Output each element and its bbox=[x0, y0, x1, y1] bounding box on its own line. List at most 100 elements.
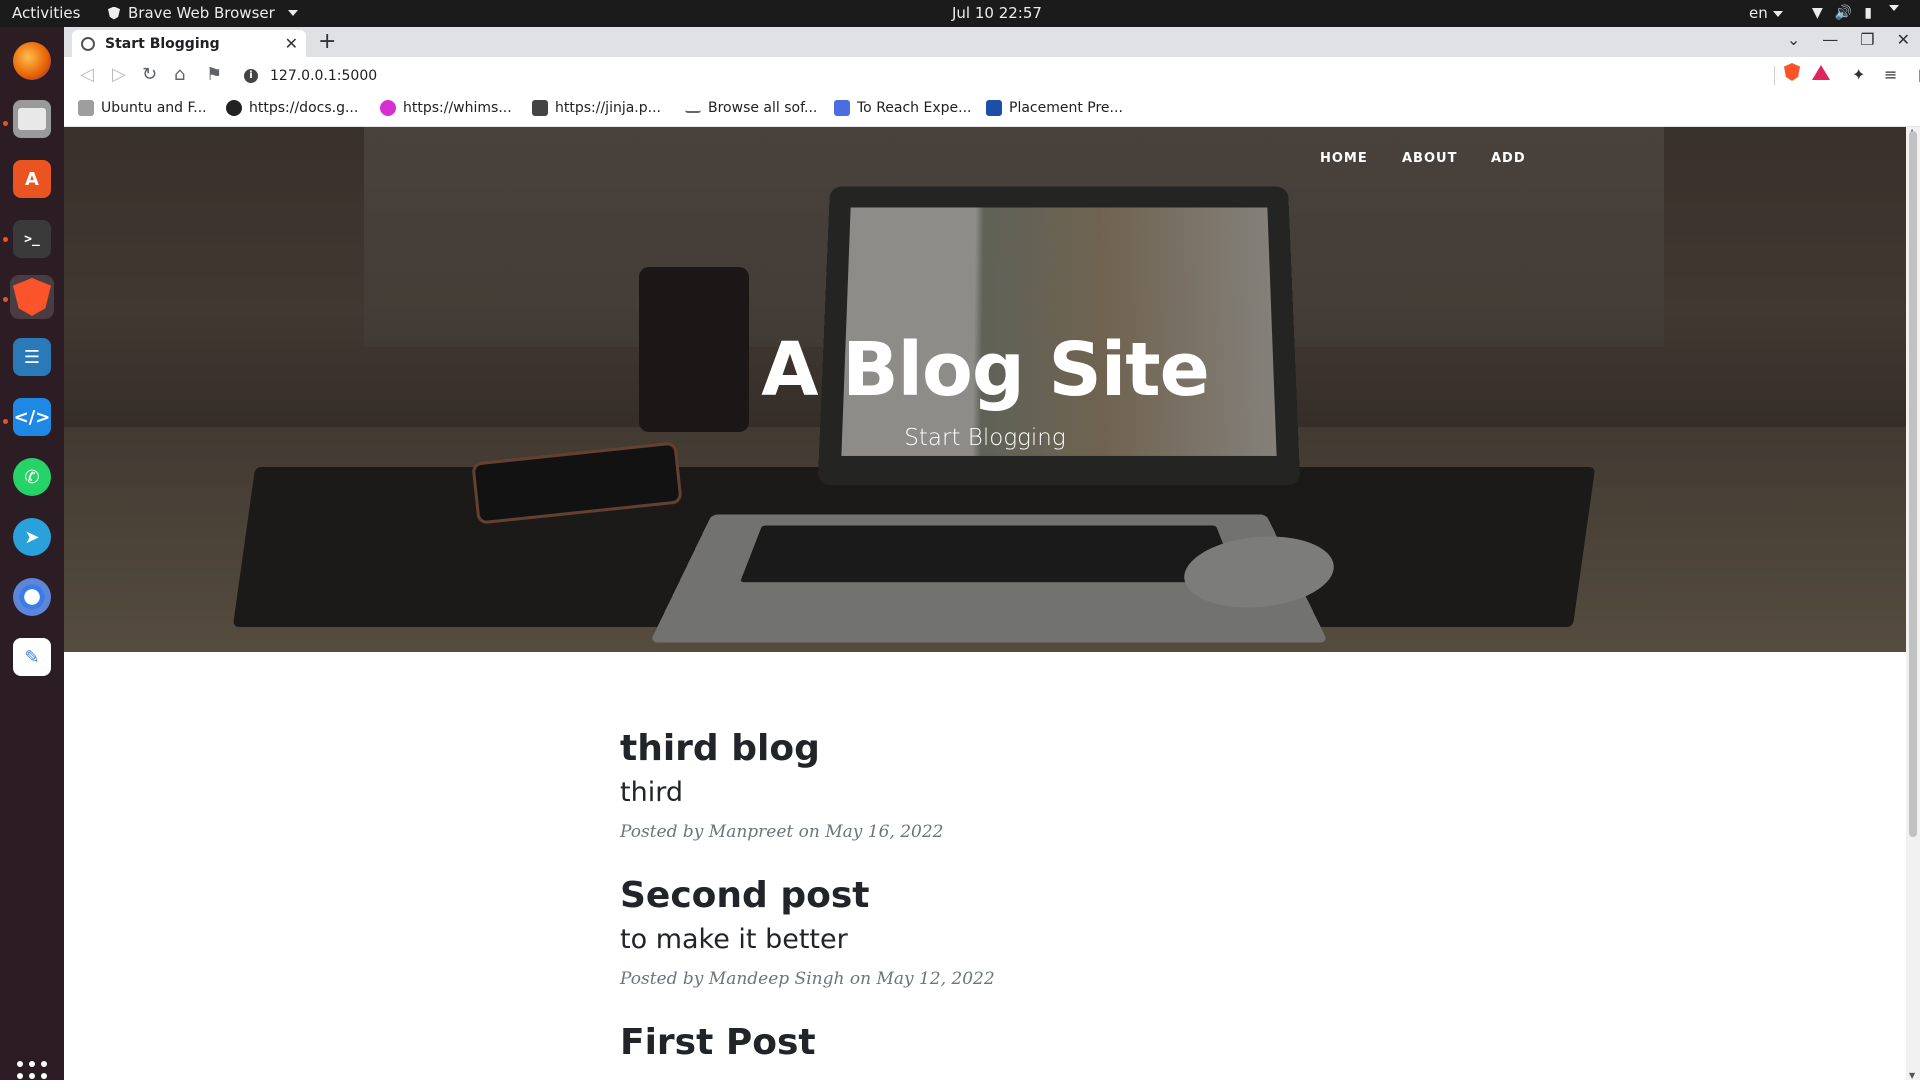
clock[interactable]: Jul 10 22:57 bbox=[952, 4, 1042, 22]
nav-add[interactable]: ADD bbox=[1491, 151, 1526, 166]
post-preview[interactable]: third blog third Posted by Manpreet on M… bbox=[620, 728, 1420, 842]
dash-icon bbox=[685, 103, 701, 113]
bookmark-label: https://docs.g... bbox=[249, 100, 359, 116]
running-indicator bbox=[3, 419, 8, 424]
post-date: May 16, 2022 bbox=[825, 822, 944, 842]
bookmark-icon[interactable]: ⚑ bbox=[206, 64, 222, 85]
whatsapp-icon: ✆ bbox=[13, 458, 51, 496]
software-icon: A bbox=[13, 160, 51, 198]
running-indicator bbox=[3, 297, 8, 302]
url-text: 127.0.0.1:5000 bbox=[270, 67, 378, 84]
activities-button[interactable]: Activities bbox=[12, 4, 80, 22]
close-icon[interactable]: ✕ bbox=[285, 34, 298, 53]
posted-by-label: Posted by bbox=[620, 822, 704, 842]
restore-icon[interactable]: ❐ bbox=[1860, 30, 1874, 49]
post-subtitle[interactable]: to make it better bbox=[620, 924, 1420, 955]
chevron-down-icon bbox=[287, 10, 298, 16]
brave-icon bbox=[108, 6, 120, 20]
back-icon[interactable]: ◁ bbox=[80, 64, 94, 85]
dock-whatsapp[interactable]: ✆ bbox=[10, 455, 54, 499]
bookmark-item[interactable]: https://docs.g... bbox=[226, 100, 358, 116]
dock-ubuntu-software[interactable]: A bbox=[10, 157, 54, 201]
post-title[interactable]: First Post bbox=[620, 1022, 1420, 1063]
bookmark-label: https://whims... bbox=[403, 100, 512, 116]
minimize-icon[interactable]: — bbox=[1822, 30, 1838, 49]
page-scrollbar[interactable]: ▲ ▼ bbox=[1906, 127, 1920, 1080]
window-controls: ⌄ — ❐ ✕ bbox=[1787, 30, 1910, 49]
dock-files[interactable] bbox=[10, 97, 54, 141]
tab-start-blogging[interactable]: Start Blogging ✕ bbox=[72, 30, 306, 57]
vscode-icon: </> bbox=[13, 398, 51, 436]
chevron-down-icon bbox=[1888, 5, 1899, 11]
post-meta: Posted by Manpreet on May 16, 2022 bbox=[620, 822, 1420, 842]
chromium-icon bbox=[13, 578, 51, 616]
writer-icon: ☰ bbox=[13, 338, 51, 376]
dock-chromium[interactable] bbox=[10, 575, 54, 619]
dock-brave[interactable] bbox=[10, 275, 54, 319]
post-preview[interactable]: First Post bbox=[620, 1022, 1420, 1063]
media-icon[interactable]: ≡ bbox=[1884, 65, 1897, 84]
bookmark-item[interactable]: To Reach Expe... bbox=[834, 100, 971, 116]
site-nav: HOME ABOUT ADD bbox=[64, 151, 1906, 181]
address-bar[interactable]: i 127.0.0.1:5000 bbox=[236, 61, 1776, 90]
nav-home[interactable]: HOME bbox=[1320, 151, 1368, 166]
forward-icon[interactable]: ▷ bbox=[112, 64, 126, 85]
post-preview[interactable]: Second post to make it better Posted by … bbox=[620, 875, 1420, 989]
extensions-icon[interactable]: ✦ bbox=[1852, 65, 1865, 84]
posted-by-label: Posted by bbox=[620, 969, 704, 989]
browser-toolbar: ◁ ▷ ↻ ⌂ ⚑ i 127.0.0.1:5000 ✦ ≡ ▣ ☰ bbox=[64, 57, 1920, 94]
firefox-icon bbox=[13, 42, 51, 80]
dock: A >_ ☰ </> ✆ ➤ ✎ bbox=[0, 27, 64, 1091]
bookmark-label: Browse all sof... bbox=[708, 100, 818, 116]
app-menu[interactable]: Brave Web Browser bbox=[108, 4, 298, 22]
system-tray[interactable]: ▼ 🔊 ▮ bbox=[1812, 5, 1899, 21]
scrollbar-thumb[interactable] bbox=[1909, 131, 1917, 837]
dock-terminal[interactable]: >_ bbox=[10, 217, 54, 261]
post-subtitle[interactable]: third bbox=[620, 777, 1420, 808]
files-icon bbox=[13, 100, 51, 138]
bookmark-item[interactable]: https://whims... bbox=[380, 100, 512, 116]
language-indicator[interactable]: en bbox=[1749, 4, 1783, 22]
site-subtitle: Start Blogging bbox=[904, 425, 1066, 451]
nav-about[interactable]: ABOUT bbox=[1402, 151, 1457, 166]
docs-icon bbox=[834, 100, 850, 116]
post-title[interactable]: Second post bbox=[620, 875, 1420, 916]
new-tab-button[interactable]: + bbox=[318, 29, 336, 54]
language-label: en bbox=[1749, 4, 1768, 22]
post-date: May 12, 2022 bbox=[876, 969, 995, 989]
running-indicator bbox=[3, 237, 8, 242]
tab-title: Start Blogging bbox=[105, 35, 220, 52]
close-window-icon[interactable]: ✕ bbox=[1897, 30, 1910, 49]
scroll-down-icon[interactable]: ▼ bbox=[1909, 1071, 1915, 1080]
masthead: HOME ABOUT ADD A Blog Site Start Bloggin… bbox=[64, 127, 1906, 652]
post-author: Manpreet bbox=[708, 822, 794, 842]
divider bbox=[1774, 66, 1775, 85]
dock-firefox[interactable] bbox=[10, 39, 54, 83]
system-top-bar: Activities Brave Web Browser Jul 10 22:5… bbox=[0, 0, 1920, 27]
jinja-icon bbox=[532, 100, 548, 116]
brave-shields-icon[interactable] bbox=[1784, 63, 1800, 81]
wifi-icon: ▼ bbox=[1812, 5, 1823, 21]
post-title[interactable]: third blog bbox=[620, 728, 1420, 769]
show-applications-icon[interactable] bbox=[17, 1061, 47, 1091]
reload-icon[interactable]: ↻ bbox=[142, 64, 157, 85]
home-icon[interactable]: ⌂ bbox=[174, 64, 185, 85]
dock-vscode[interactable]: </> bbox=[10, 395, 54, 439]
dock-writer[interactable]: ☰ bbox=[10, 335, 54, 379]
tab-search-icon[interactable]: ⌄ bbox=[1787, 30, 1800, 49]
bookmark-label: To Reach Expe... bbox=[857, 100, 972, 116]
bookmark-item[interactable]: Placement Pre... bbox=[986, 100, 1123, 116]
bookmark-item[interactable]: https://jinja.p... bbox=[532, 100, 661, 116]
bookmark-item[interactable]: Ubuntu and F... bbox=[78, 100, 207, 116]
bookmark-item[interactable]: Browse all sof... bbox=[685, 100, 817, 116]
github-icon bbox=[226, 100, 242, 116]
bookmarks-bar: Ubuntu and F... https://docs.g... https:… bbox=[64, 94, 1920, 127]
dock-text-editor[interactable]: ✎ bbox=[10, 635, 54, 679]
site-title: A Blog Site bbox=[761, 327, 1210, 413]
brave-rewards-icon[interactable] bbox=[1812, 65, 1830, 80]
site-info-icon[interactable]: i bbox=[244, 68, 258, 83]
post-author: Mandeep Singh bbox=[708, 969, 845, 989]
m-icon bbox=[380, 100, 396, 116]
dock-telegram[interactable]: ➤ bbox=[10, 515, 54, 559]
word-icon bbox=[986, 100, 1002, 116]
